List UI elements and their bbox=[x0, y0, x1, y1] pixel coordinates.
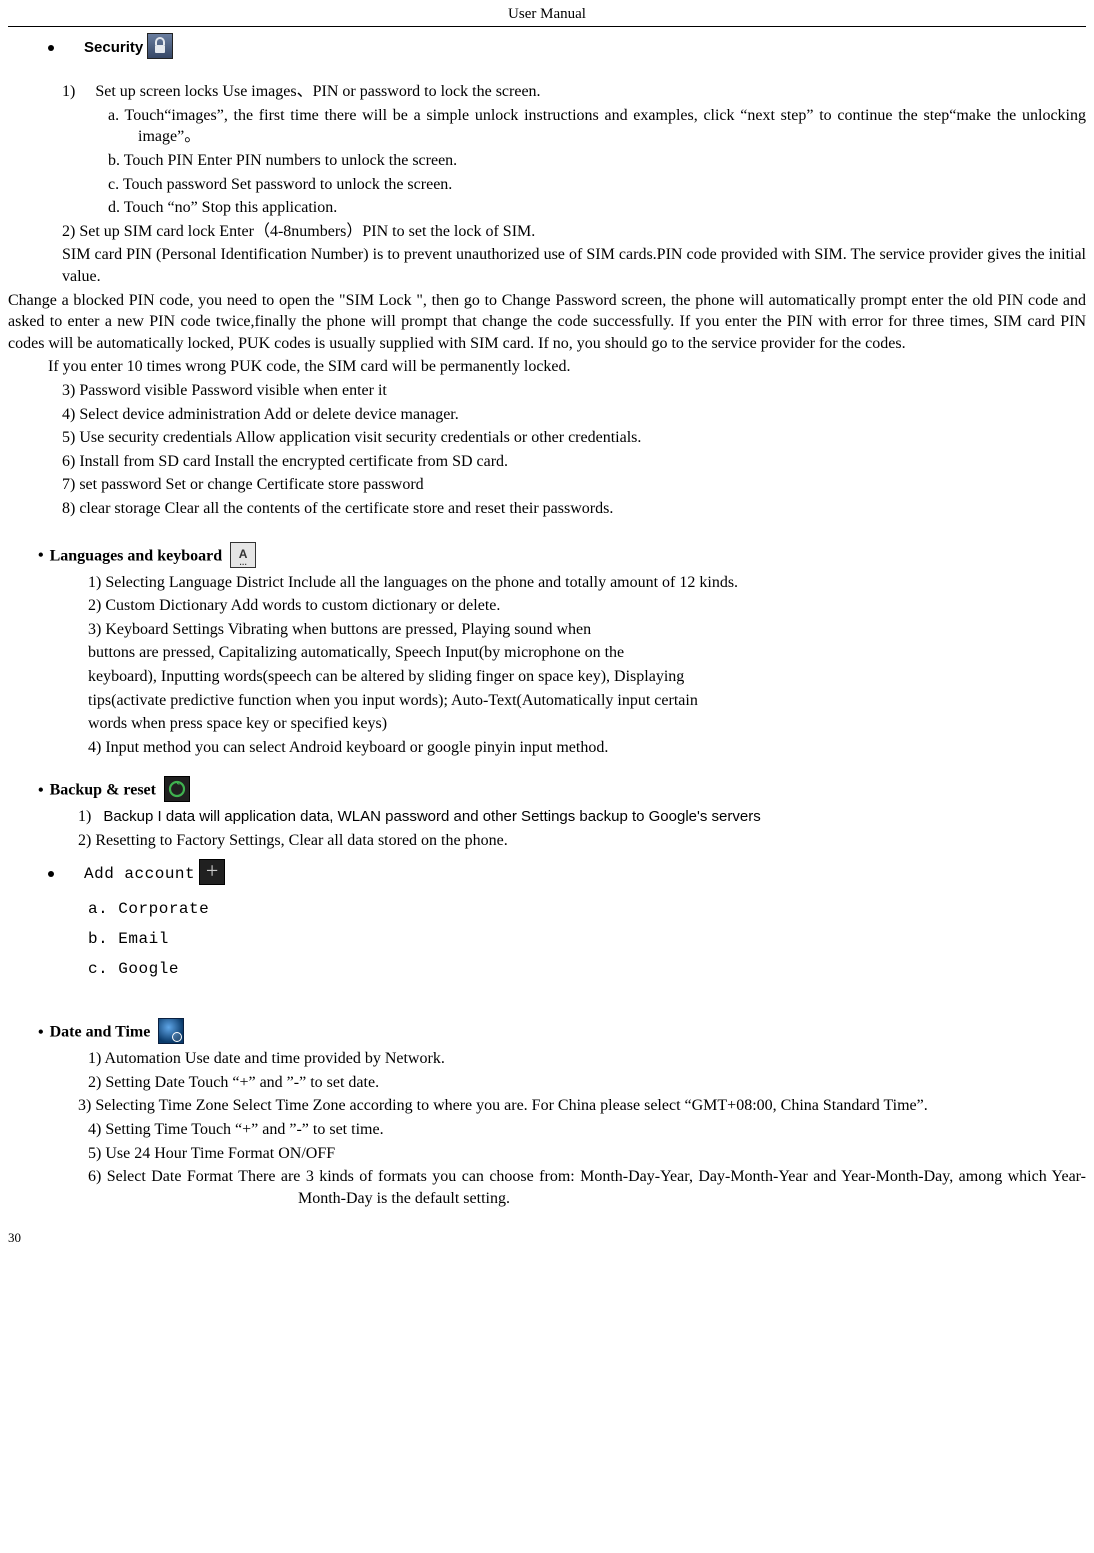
sec-1: 1) Set up screen locks Use images、PIN or… bbox=[62, 81, 1086, 103]
bullet-icon bbox=[38, 547, 50, 564]
sec-2: 2) Set up SIM card lock Enter（4-8numbers… bbox=[62, 221, 1086, 243]
add-b: b. Email bbox=[88, 929, 1086, 951]
bullet-icon bbox=[38, 1024, 50, 1041]
lang-4: 4) Input method you can select Android k… bbox=[88, 737, 1086, 759]
lock-icon bbox=[147, 33, 173, 59]
sec-5: 5) Use security credentials Allow applic… bbox=[62, 427, 1086, 449]
lang-1: 1) Selecting Language District Include a… bbox=[88, 572, 1086, 594]
dt-1: 1) Automation Use date and time provided… bbox=[88, 1048, 1086, 1070]
sec-7: 7) set password Set or change Certificat… bbox=[62, 474, 1086, 496]
add-a: a. Corporate bbox=[88, 899, 1086, 921]
datetime-heading: Date and Time bbox=[38, 1020, 1086, 1046]
languages-heading: Languages and keyboard … bbox=[38, 544, 1086, 570]
add-account-label: Add account bbox=[84, 864, 195, 886]
security-label: Security bbox=[84, 38, 143, 58]
security-heading-row: Security bbox=[8, 35, 1086, 61]
sec-6: 6) Install from SD card Install the encr… bbox=[62, 451, 1086, 473]
sec-sim1: SIM card PIN (Personal Identification Nu… bbox=[62, 244, 1086, 287]
backup-reset-icon bbox=[164, 776, 190, 802]
page-number: 30 bbox=[8, 1229, 1086, 1247]
page-header: User Manual bbox=[8, 0, 1086, 27]
lang-3c: keyboard), Inputting words(speech can be… bbox=[88, 666, 1086, 688]
dt-4: 4) Setting Time Touch “+” and ”-” to set… bbox=[88, 1119, 1086, 1141]
keyboard-a-icon: … bbox=[230, 542, 256, 568]
sec-1a: a. Touch“images”, the first time there w… bbox=[108, 105, 1086, 148]
dt-6: 6) Select Date Format There are 3 kinds … bbox=[88, 1166, 1086, 1209]
sec-sim3: If you enter 10 times wrong PUK code, th… bbox=[48, 356, 1086, 378]
lang-2: 2) Custom Dictionary Add words to custom… bbox=[88, 595, 1086, 617]
sec-1b: b. Touch PIN Enter PIN numbers to unlock… bbox=[108, 150, 1086, 172]
plus-icon bbox=[199, 859, 225, 885]
lang-3b: buttons are pressed, Capitalizing automa… bbox=[88, 642, 1086, 664]
dt-2: 2) Setting Date Touch “+” and ”-” to set… bbox=[88, 1072, 1086, 1094]
sec-1c: c. Touch password Set password to unlock… bbox=[108, 174, 1086, 196]
backup-heading: Backup & reset bbox=[38, 778, 1086, 804]
add-c: c. Google bbox=[88, 959, 1086, 981]
sec-8: 8) clear storage Clear all the contents … bbox=[62, 498, 1086, 520]
dt-5: 5) Use 24 Hour Time Format ON/OFF bbox=[88, 1143, 1086, 1165]
globe-clock-icon bbox=[158, 1018, 184, 1044]
backup-2: 2) Resetting to Factory Settings, Clear … bbox=[78, 830, 1086, 852]
bullet-icon bbox=[48, 45, 54, 51]
sec-3: 3) Password visible Password visible whe… bbox=[62, 380, 1086, 402]
lang-3d: tips(activate predictive function when y… bbox=[88, 690, 1086, 712]
sec-4: 4) Select device administration Add or d… bbox=[62, 404, 1086, 426]
dt-3: 3) Selecting Time Zone Select Time Zone … bbox=[78, 1095, 1086, 1117]
lang-3e: words when press space key or specified … bbox=[88, 713, 1086, 735]
bullet-icon bbox=[48, 871, 54, 877]
backup-1: 1) Backup I data will application data, … bbox=[78, 806, 1086, 828]
sec-1d: d. Touch “no” Stop this application. bbox=[108, 197, 1086, 219]
sec-sim2: Change a blocked PIN code, you need to o… bbox=[8, 290, 1086, 355]
bullet-icon bbox=[38, 782, 50, 799]
add-account-heading: Add account bbox=[8, 861, 1086, 887]
lang-3: 3) Keyboard Settings Vibrating when butt… bbox=[88, 619, 1086, 641]
